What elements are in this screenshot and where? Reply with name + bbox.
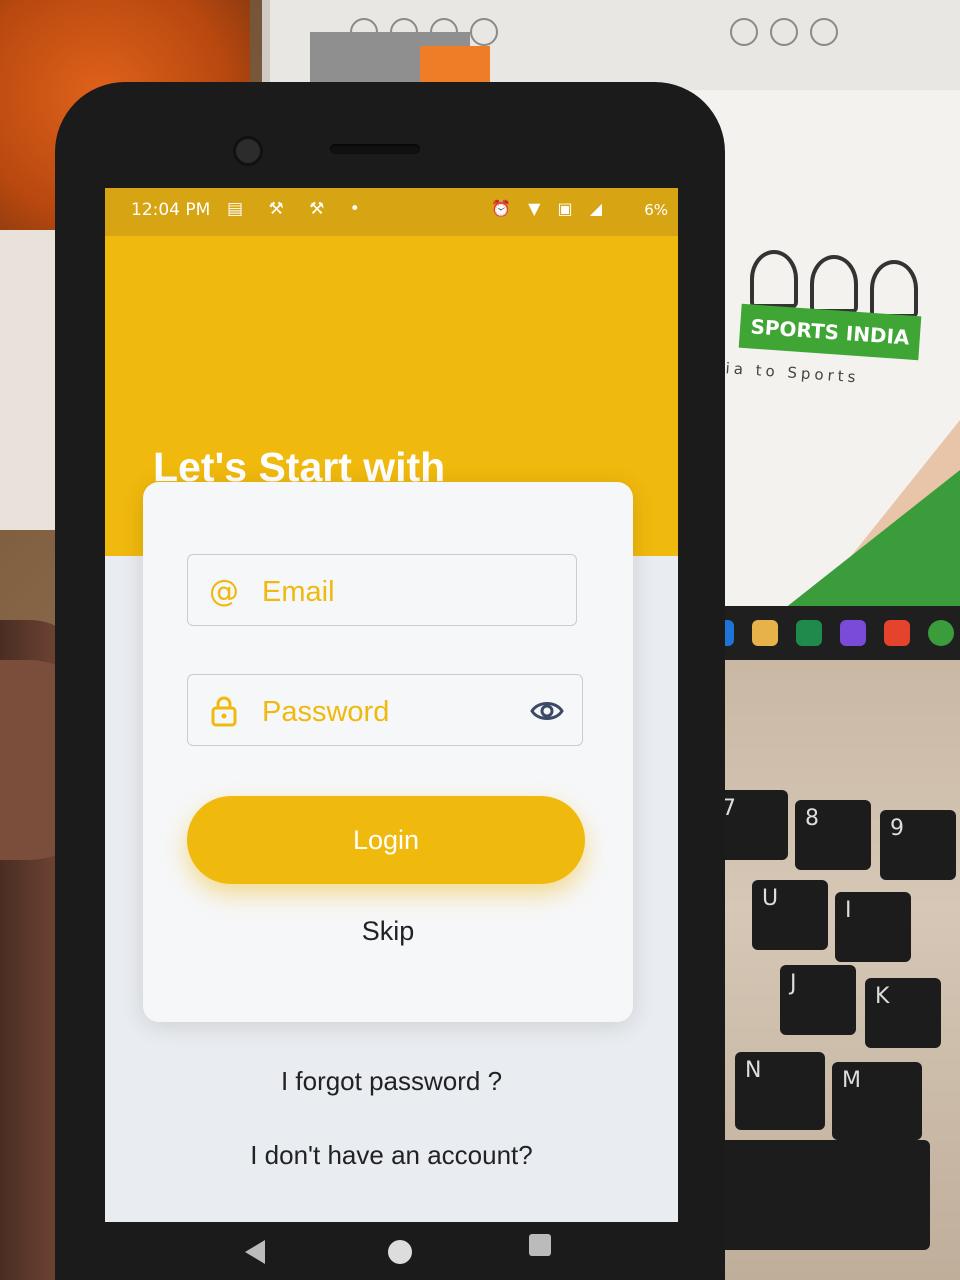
- runner-figure-icon: [810, 255, 858, 313]
- notification-icons: ▤ ⚒ ⚒ •: [227, 199, 370, 219]
- phone-screen: 12:04 PM ▤ ⚒ ⚒ • ⏰ ▼ ▣ ◢ 6% Let's Start …: [105, 188, 678, 1230]
- slide-decoration-green: [770, 470, 960, 620]
- keyboard-key: K: [865, 978, 941, 1048]
- app-icon: [884, 620, 910, 646]
- sprinter-figure-icon: [870, 260, 918, 318]
- battery-percentage: 6%: [644, 201, 668, 219]
- login-card: @ Login Skip: [143, 482, 633, 1022]
- keyboard-key: M: [832, 1062, 922, 1140]
- keyboard-key: 9: [880, 810, 956, 880]
- zoom-in-icon: [810, 18, 838, 46]
- keyboard-spacebar: [720, 1140, 930, 1250]
- recent-apps-icon[interactable]: [529, 1234, 551, 1256]
- laptop-taskbar: [694, 606, 960, 666]
- home-icon[interactable]: [388, 1240, 412, 1264]
- system-status-icons: ⏰ ▼ ▣ ◢: [491, 199, 608, 218]
- zoom-icon: [470, 18, 498, 46]
- lock-icon: [206, 693, 242, 729]
- logo-tagline: India to Sports: [689, 356, 861, 387]
- at-icon: @: [209, 573, 239, 609]
- excel-icon: [796, 620, 822, 646]
- zoom-out-icon: [770, 18, 798, 46]
- eye-icon[interactable]: [530, 695, 564, 727]
- email-field[interactable]: @: [187, 554, 577, 626]
- chrome-icon: [928, 620, 954, 646]
- login-button[interactable]: Login: [187, 796, 585, 884]
- keyboard-key: N: [735, 1052, 825, 1130]
- hand-tool-icon: [730, 18, 758, 46]
- sign-up-link[interactable]: I don't have an account?: [105, 1140, 678, 1171]
- folder-icon: [752, 620, 778, 646]
- status-time: 12:04 PM: [131, 200, 211, 220]
- front-camera: [233, 136, 263, 166]
- email-input[interactable]: [260, 569, 514, 615]
- laptop-keyboard: 7 8 9 U I J K N M: [690, 660, 960, 1280]
- android-nav-bar: [105, 1222, 678, 1280]
- forgot-password-link[interactable]: I forgot password ?: [105, 1066, 678, 1097]
- back-icon[interactable]: [245, 1240, 265, 1264]
- keyboard-key: 8: [795, 800, 871, 870]
- password-input[interactable]: [260, 689, 514, 735]
- sports-logo: SPORTS INDIA India to Sports: [690, 230, 940, 420]
- status-bar: 12:04 PM ▤ ⚒ ⚒ • ⏰ ▼ ▣ ◢ 6%: [105, 188, 678, 236]
- earpiece-speaker: [330, 144, 420, 154]
- keyboard-key: U: [752, 880, 828, 950]
- cyclist-figure-icon: [750, 250, 798, 308]
- skip-link[interactable]: Skip: [143, 916, 633, 947]
- keyboard-key: I: [835, 892, 911, 962]
- keyboard-key: J: [780, 965, 856, 1035]
- password-field[interactable]: [187, 674, 583, 746]
- teams-icon: [840, 620, 866, 646]
